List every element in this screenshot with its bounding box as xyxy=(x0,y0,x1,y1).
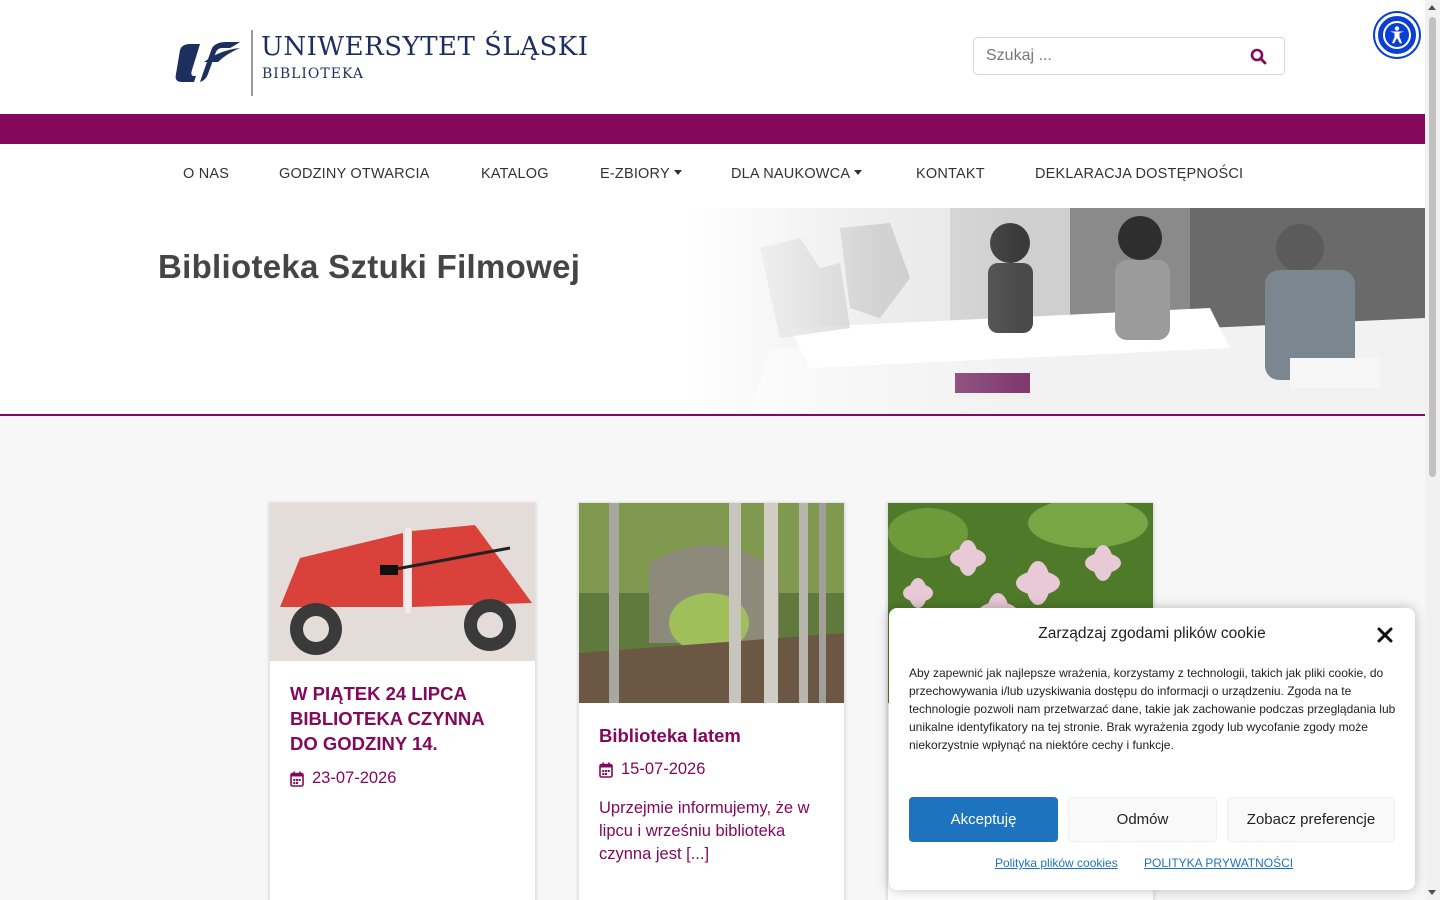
privacy-policy-link[interactable]: POLITYKA PRYWATNOŚCI xyxy=(1144,856,1293,870)
accept-cookies-button[interactable]: Akceptuję xyxy=(909,797,1058,842)
nav-item-label: DLA NAUKOWCA xyxy=(731,166,851,182)
search-icon xyxy=(1250,48,1266,64)
nav-item-label: GODZINY OTWARCIA xyxy=(279,166,430,182)
chevron-down-icon xyxy=(854,170,863,175)
cookie-policy-link[interactable]: Polityka plików cookies xyxy=(995,856,1118,870)
brand-color-bar xyxy=(0,114,1425,144)
deny-cookies-button[interactable]: Odmów xyxy=(1068,797,1217,842)
nav-item-e-zbiory[interactable]: E-ZBIORY xyxy=(600,166,682,182)
calendar-icon xyxy=(290,771,304,787)
search-input[interactable] xyxy=(974,38,1234,74)
scroll-up-icon[interactable] xyxy=(1428,5,1436,10)
scroll-down-icon[interactable] xyxy=(1428,890,1436,895)
nav-item-o-nas[interactable]: O NAS xyxy=(183,166,229,182)
post-card[interactable]: W PIĄTEK 24 LIPCA BIBLIOTEKA CZYNNA DO G… xyxy=(269,502,536,900)
university-logo-mark xyxy=(175,42,240,82)
hero-library-image xyxy=(690,208,1425,414)
logo-divider xyxy=(251,30,253,96)
post-title[interactable]: Biblioteka latem xyxy=(599,723,825,748)
page-scrollbar[interactable] xyxy=(1425,0,1440,900)
nav-item-dla-naukowca[interactable]: DLA NAUKOWCA xyxy=(731,166,863,182)
post-date: 15-07-2026 xyxy=(599,760,705,779)
post-card[interactable]: Biblioteka latem 15-07-2026 Uprzejmie in… xyxy=(578,502,845,900)
page-title: Biblioteka Sztuki Filmowej xyxy=(158,248,581,285)
nav-item-label: KONTAKT xyxy=(916,166,985,182)
page-hero: Biblioteka Sztuki Filmowej xyxy=(0,208,1425,416)
nav-item-kontakt[interactable]: KONTAKT xyxy=(916,166,985,182)
post-date-text: 23-07-2026 xyxy=(312,769,397,787)
post-thumbnail[interactable] xyxy=(579,503,844,703)
post-excerpt: Uprzejmie informujemy, że w lipcu i wrze… xyxy=(599,799,810,863)
nav-item-godziny-otwarcia[interactable]: GODZINY OTWARCIA xyxy=(279,166,430,182)
main-navigation: O NAS GODZINY OTWARCIA KATALOG E-ZBIORY … xyxy=(0,144,1425,208)
search-button[interactable] xyxy=(1240,44,1276,68)
post-title[interactable]: W PIĄTEK 24 LIPCA BIBLIOTEKA CZYNNA DO G… xyxy=(290,681,516,756)
cookie-dialog-text: Aby zapewnić jak najlepsze wrażenia, kor… xyxy=(909,666,1396,752)
scrollbar-thumb[interactable] xyxy=(1429,17,1436,477)
calendar-icon xyxy=(599,762,613,778)
cookie-consent-dialog: Zarządzaj zgodami plików cookie Aby zape… xyxy=(889,608,1415,890)
post-date: 23-07-2026 xyxy=(290,769,396,788)
close-icon xyxy=(1377,627,1393,643)
search-box xyxy=(973,37,1285,75)
nav-item-label: KATALOG xyxy=(481,166,549,182)
post-thumbnail-car-image xyxy=(270,503,535,661)
close-button[interactable] xyxy=(1375,625,1395,645)
chevron-down-icon xyxy=(673,170,682,175)
logo-subtitle: BIBLIOTEKA xyxy=(262,66,364,82)
logo-title: UNIWERSYTET ŚLĄSKI xyxy=(261,32,589,62)
view-preferences-button[interactable]: Zobacz preferencje xyxy=(1227,797,1395,842)
nav-item-label: E-ZBIORY xyxy=(600,166,670,182)
nav-item-deklaracja-dostepnosci[interactable]: DEKLARACJA DOSTĘPNOŚCI xyxy=(1035,166,1243,182)
accessibility-icon xyxy=(1383,21,1411,49)
nav-item-katalog[interactable]: KATALOG xyxy=(481,166,549,182)
nav-item-label: DEKLARACJA DOSTĘPNOŚCI xyxy=(1035,166,1244,182)
nav-item-label: O NAS xyxy=(183,166,230,182)
accessibility-button[interactable] xyxy=(1375,13,1419,57)
post-date-text: 15-07-2026 xyxy=(621,760,706,778)
cookie-dialog-title: Zarządzaj zgodami plików cookie xyxy=(1038,625,1266,642)
post-thumbnail[interactable] xyxy=(270,503,535,661)
site-header: UNIWERSYTET ŚLĄSKI BIBLIOTEKA xyxy=(0,0,1425,114)
post-thumbnail-forest-image xyxy=(579,503,844,703)
